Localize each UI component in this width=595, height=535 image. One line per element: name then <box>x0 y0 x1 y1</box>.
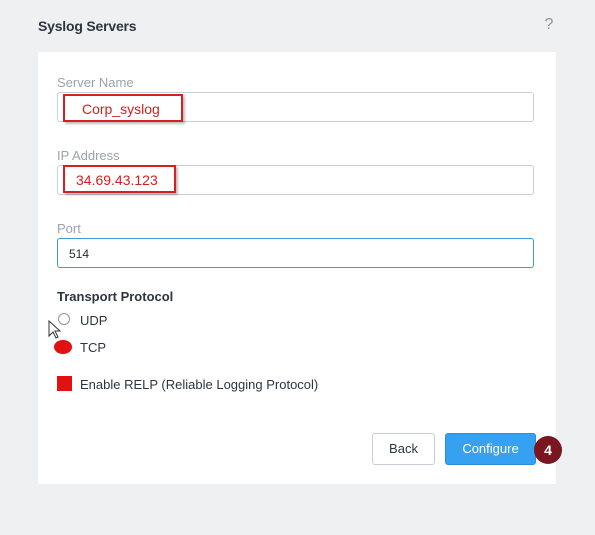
dialog-header: Syslog Servers ? <box>0 0 595 56</box>
ip-address-label: IP Address <box>57 148 120 163</box>
port-input[interactable]: 514 <box>57 238 534 268</box>
port-value: 514 <box>69 247 90 261</box>
help-icon[interactable]: ? <box>541 16 557 34</box>
relp-label[interactable]: Enable RELP (Reliable Logging Protocol) <box>80 377 318 392</box>
transport-protocol-title: Transport Protocol <box>57 289 174 304</box>
configure-button[interactable]: Configure <box>445 433 536 465</box>
ip-address-value: 34.69.43.123 <box>76 172 158 188</box>
server-name-label: Server Name <box>57 75 134 90</box>
port-label: Port <box>57 221 81 236</box>
dialog-title: Syslog Servers <box>38 18 137 34</box>
tcp-label[interactable]: TCP <box>80 340 106 355</box>
mouse-pointer-icon <box>48 319 62 345</box>
ip-address-value-highlight: 34.69.43.123 <box>63 165 176 193</box>
udp-label[interactable]: UDP <box>80 313 107 328</box>
server-name-value-highlight: Corp_syslog <box>63 94 183 122</box>
server-name-value: Corp_syslog <box>82 101 160 117</box>
step-number-badge: 4 <box>534 436 562 464</box>
back-button[interactable]: Back <box>372 433 435 465</box>
relp-checkbox[interactable] <box>57 376 72 391</box>
